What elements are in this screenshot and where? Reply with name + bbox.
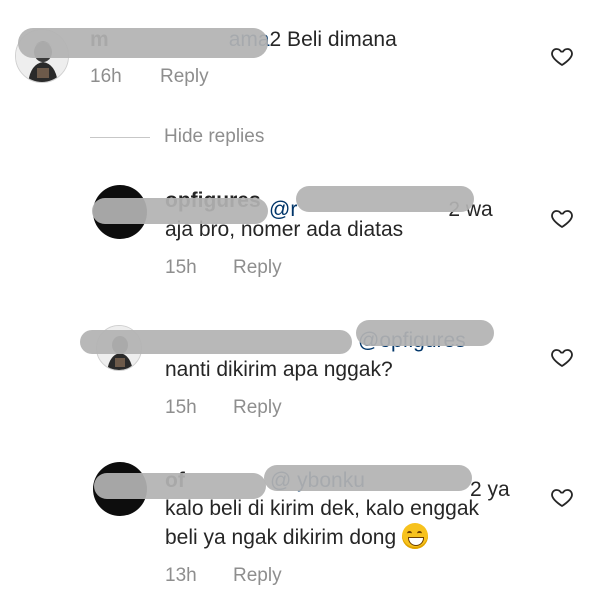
redaction-bar bbox=[296, 186, 474, 212]
redaction-bar bbox=[92, 198, 268, 224]
reply-text-line-2: nanti dikirim apa nggak? bbox=[165, 358, 393, 381]
reply-button[interactable]: Reply bbox=[233, 565, 282, 587]
heart-outline-icon bbox=[551, 489, 573, 507]
redaction-bar bbox=[264, 465, 472, 491]
reply-button[interactable]: Reply bbox=[160, 66, 209, 88]
reply-body-line-3: beli ya ngak dikirim dong bbox=[165, 526, 397, 549]
comment-time: 16h bbox=[90, 66, 122, 87]
heart-outline-icon bbox=[551, 349, 573, 367]
reply-time: 15h bbox=[165, 257, 197, 278]
hide-replies-divider bbox=[90, 137, 150, 138]
redaction-bar bbox=[356, 320, 494, 346]
redaction-bar bbox=[80, 330, 352, 354]
heart-outline-icon bbox=[551, 48, 573, 66]
like-button[interactable] bbox=[550, 206, 574, 235]
reply-text-line-3: beli ya ngak dikirim dong bbox=[165, 523, 428, 553]
reply-time: 15h bbox=[165, 397, 197, 418]
comment-body: 2 Beli dimana bbox=[269, 28, 397, 51]
reply-time: 13h bbox=[165, 565, 197, 586]
heart-outline-icon bbox=[551, 210, 573, 228]
reply-button[interactable]: Reply bbox=[233, 257, 282, 279]
redaction-bar bbox=[18, 28, 268, 58]
like-button[interactable] bbox=[550, 485, 574, 514]
redaction-bar bbox=[94, 473, 266, 499]
like-button[interactable] bbox=[550, 345, 574, 374]
like-button[interactable] bbox=[550, 44, 574, 73]
reply-button[interactable]: Reply bbox=[233, 397, 282, 419]
hide-replies-button[interactable]: Hide replies bbox=[164, 126, 264, 148]
grinning-sweat-emoji-icon bbox=[401, 523, 428, 549]
